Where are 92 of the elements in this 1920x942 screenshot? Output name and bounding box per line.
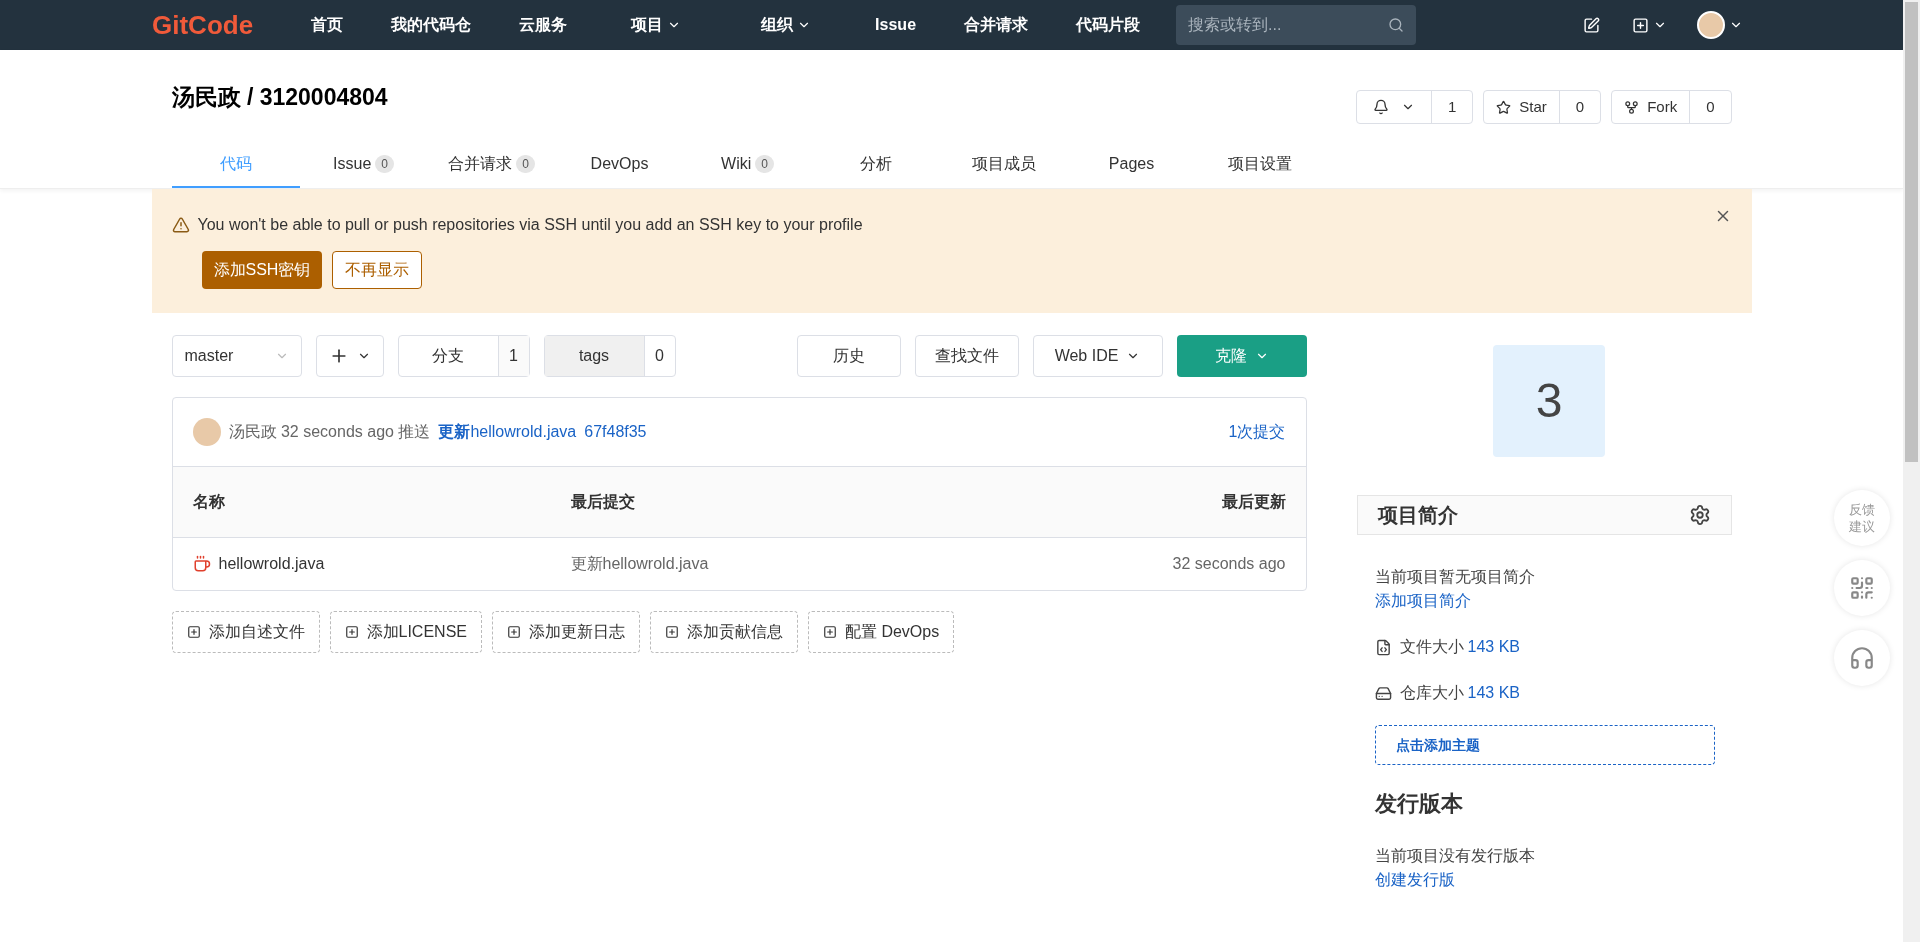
- plus-square-icon: [506, 625, 521, 639]
- branches-button[interactable]: 分支: [398, 336, 499, 376]
- scrollbar-thumb[interactable]: [1905, 2, 1918, 462]
- todo-icon[interactable]: [1583, 16, 1600, 34]
- commit-message-link[interactable]: 更新hellowrold.java: [438, 420, 577, 444]
- star-icon: [1496, 99, 1512, 115]
- count-label: 1: [1446, 96, 1458, 117]
- add-file-button[interactable]: 配置 DevOps: [807, 611, 955, 653]
- history-button[interactable]: 历史: [796, 335, 901, 377]
- nav-link[interactable]: 合并请求: [952, 13, 1041, 37]
- project-tab[interactable]: Wiki 0: [683, 142, 812, 188]
- column-header: 最后提交: [570, 492, 636, 512]
- project-tab[interactable]: 项目成员: [939, 142, 1068, 188]
- nav-link[interactable]: Issue: [863, 13, 929, 37]
- branch-select[interactable]: master: [171, 335, 302, 377]
- add-file-button[interactable]: 添加自述文件: [171, 611, 320, 653]
- scrollbar[interactable]: [1903, 0, 1920, 942]
- plus-square-icon: [344, 625, 359, 639]
- project-tab[interactable]: 项目设置: [1195, 142, 1324, 188]
- column-header: 最后更新: [1221, 492, 1286, 512]
- project-tab[interactable]: Issue 0: [299, 142, 428, 188]
- project-title: 汤民政 / 3120004804: [171, 83, 388, 112]
- alert-message: You won't be able to pull or push repositories via SSH until you add an SSH key to your profile: [197, 215, 863, 235]
- add-description-link[interactable]: 添加项目简介: [1374, 589, 1471, 613]
- count-label: 0: [1574, 96, 1586, 117]
- count-badge: 0: [375, 155, 394, 173]
- count-badge: 0: [755, 155, 774, 173]
- file-size-value[interactable]: 143 KB: [1467, 635, 1520, 659]
- nav-link[interactable]: 云服务: [507, 13, 580, 37]
- commit-info: 汤民政 32 seconds ago 推送: [228, 422, 431, 442]
- star-button[interactable]: Star: [1484, 91, 1560, 123]
- fork-icon: [1624, 99, 1640, 115]
- nav-dropdown[interactable]: 项目: [591, 13, 722, 37]
- avatar: [192, 418, 221, 446]
- add-file-button[interactable]: 添加更新日志: [491, 611, 640, 653]
- count-badge: 0: [516, 155, 535, 173]
- bell-icon: [1372, 99, 1389, 115]
- count-label: 0: [654, 346, 665, 366]
- section-title: 发行版本: [1374, 790, 1464, 818]
- warning-icon: [171, 216, 190, 234]
- nav-link[interactable]: 代码片段: [1064, 13, 1153, 37]
- avatar: [1697, 11, 1725, 39]
- find-file-button[interactable]: 查找文件: [914, 335, 1019, 377]
- commit-sha-link[interactable]: 67f48f35: [584, 420, 647, 444]
- file-icon: [1374, 638, 1392, 656]
- repo-size-label: 仓库大小: [1399, 683, 1464, 703]
- qr-code-icon: [1849, 575, 1875, 601]
- table-cell-text: 32 seconds ago: [1172, 554, 1286, 574]
- add-file-button[interactable]: 添加贡献信息: [649, 611, 798, 653]
- gitcode-logo[interactable]: GitCode: [152, 5, 254, 45]
- repo-size-value[interactable]: 143 KB: [1467, 681, 1520, 705]
- storage-icon: [1374, 684, 1392, 702]
- search-field[interactable]: 搜索或转到...: [1176, 5, 1417, 45]
- file-size-label: 文件大小: [1399, 637, 1464, 657]
- add-ssh-key-button[interactable]: 添加SSH密钥: [201, 251, 323, 289]
- table-cell-text: 更新hellowrold.java: [570, 554, 710, 574]
- project-tab[interactable]: DevOps: [555, 142, 684, 188]
- web-ide-button[interactable]: Web IDE: [1032, 335, 1163, 377]
- project-tab[interactable]: 合并请求 0: [427, 142, 556, 188]
- tags-button[interactable]: tags: [544, 336, 645, 376]
- user-menu-button[interactable]: [1697, 11, 1743, 39]
- coffee-icon: [192, 555, 211, 573]
- plus-square-icon: [822, 625, 837, 639]
- plus-square-icon: [186, 625, 201, 639]
- section-title: 项目简介: [1377, 503, 1458, 528]
- headset-icon: [1849, 645, 1875, 671]
- nav-dropdown[interactable]: 组织: [721, 13, 852, 37]
- releases-text: 当前项目没有发行版本: [1374, 846, 1536, 866]
- dismiss-button[interactable]: 不再显示: [332, 251, 423, 289]
- create-menu-button[interactable]: [1632, 16, 1667, 34]
- add-menu-button[interactable]: [315, 335, 384, 377]
- commit-count-link[interactable]: 1次提交: [1228, 420, 1286, 444]
- count-label: 0: [1705, 96, 1716, 117]
- fork-button[interactable]: Fork: [1612, 91, 1691, 123]
- nav-link[interactable]: 我的代码仓: [379, 13, 484, 37]
- description-text: 当前项目暂无项目简介: [1374, 567, 1536, 587]
- add-topic-button[interactable]: 点击添加主题: [1374, 725, 1715, 765]
- nav-link[interactable]: 首页: [299, 13, 356, 37]
- count-label: 1: [498, 336, 529, 376]
- plus-square-icon: [664, 625, 679, 639]
- project-tab[interactable]: Pages: [1067, 142, 1196, 188]
- plus-square-icon: [1632, 16, 1649, 34]
- settings-icon[interactable]: [1688, 504, 1711, 526]
- project-avatar: 3: [1493, 345, 1605, 457]
- create-release-link[interactable]: 创建发行版: [1374, 868, 1455, 892]
- qr-code-button[interactable]: [1834, 560, 1890, 616]
- file-name-link[interactable]: hellowrold.java: [218, 552, 325, 576]
- support-button[interactable]: [1834, 630, 1890, 686]
- project-tab[interactable]: 分析: [811, 142, 940, 188]
- add-file-button[interactable]: 添加LICENSE: [329, 611, 482, 653]
- search-icon: [1388, 17, 1405, 33]
- column-header: 名称: [192, 492, 226, 512]
